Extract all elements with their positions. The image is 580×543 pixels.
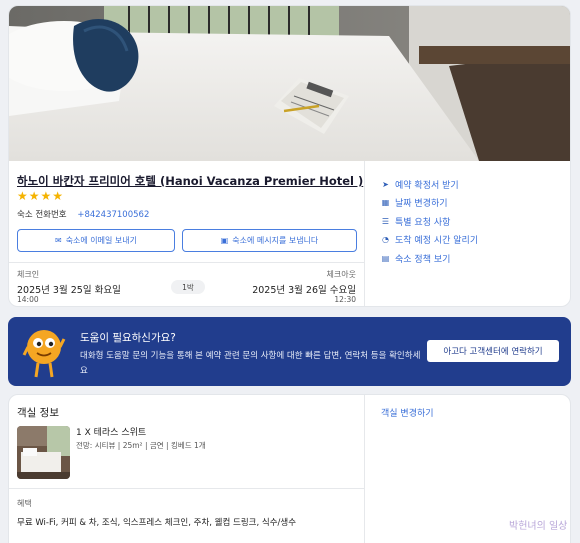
divider xyxy=(9,488,365,489)
checkin-time: 14:00 xyxy=(17,295,39,304)
action-label: 숙소 정책 보기 xyxy=(395,254,451,265)
checkout-label: 체크아웃 xyxy=(326,270,356,279)
checkin-label: 체크인 xyxy=(17,270,40,279)
help-title: 도움이 필요하신가요? xyxy=(80,332,176,344)
change-room-link[interactable]: 객실 변경하기 xyxy=(381,406,434,419)
hotel-card: 하노이 바칸자 프리미어 호텔 (Hanoi Vacanza Premier H… xyxy=(8,5,571,307)
room-details: 전망: 시티뷰 | 25m² | 금연 | 킹베드 1개 xyxy=(76,441,206,450)
email-property-label: 숙소에 이메일 보내기 xyxy=(65,236,138,245)
room-name: 1 X 테라스 스위트 xyxy=(76,428,147,438)
send-icon: ➤ xyxy=(382,179,389,189)
help-description: 대화형 도움말 문의 기능을 통해 본 예약 관련 문의 사항에 대한 빠른 답… xyxy=(80,351,421,376)
action-arrival-time[interactable]: ◔ 도착 예정 시간 알리기 xyxy=(381,231,478,250)
star-rating: ★★★★ xyxy=(17,189,65,203)
nights-badge: 1박 xyxy=(171,280,205,294)
mascot-icon xyxy=(22,325,66,383)
action-change-dates[interactable]: ▦ 날짜 변경하기 xyxy=(381,194,478,213)
message-property-button[interactable]: ▣ 숙소에 메시지를 보냅니다 xyxy=(182,229,357,252)
watermark: 박헌녀의 일상 xyxy=(509,521,568,532)
hotel-photo xyxy=(9,6,570,161)
action-label: 예약 확정서 받기 xyxy=(395,180,459,191)
action-get-confirmation[interactable]: ➤ 예약 확정서 받기 xyxy=(381,175,478,194)
phone-row: 숙소 전화번호 +842437100562 xyxy=(17,208,149,220)
action-property-policy[interactable]: ▤ 숙소 정책 보기 xyxy=(381,249,478,268)
divider xyxy=(9,262,365,263)
action-label: 날짜 변경하기 xyxy=(395,199,448,210)
checkout-time: 12:30 xyxy=(334,295,356,304)
help-banner: 도움이 필요하신가요? 대화형 도움말 문의 기능을 통해 본 예약 관련 문의… xyxy=(8,317,571,386)
phone-label: 숙소 전화번호 xyxy=(17,210,67,220)
hotel-info-panel: 하노이 바칸자 프리미어 호텔 (Hanoi Vacanza Premier H… xyxy=(9,161,365,306)
calendar-icon: ▦ xyxy=(381,198,390,208)
checkout-date: 2025년 3월 26일 수요일 xyxy=(252,285,356,296)
benefits-list: 무료 Wi-Fi, 커피 & 차, 조식, 익스프레스 체크인, 주차, 웰컴 … xyxy=(17,518,297,528)
phone-number-link[interactable]: +842437100562 xyxy=(77,210,149,220)
action-special-requests[interactable]: ☰ 특별 요청 사항 xyxy=(381,212,478,231)
benefits-label: 혜택 xyxy=(17,499,32,508)
contact-support-button[interactable]: 아고다 고객센터에 연락하기 xyxy=(427,340,559,362)
list-icon: ☰ xyxy=(381,216,390,226)
chat-icon: ▣ xyxy=(220,236,229,245)
envelope-icon: ✉ xyxy=(54,236,62,245)
action-label: 특별 요청 사항 xyxy=(395,217,451,228)
message-property-label: 숙소에 메시지를 보냅니다 xyxy=(232,236,319,245)
booking-actions-list: ➤ 예약 확정서 받기 ▦ 날짜 변경하기 ☰ 특별 요청 사항 ◔ 도착 예정… xyxy=(381,175,478,268)
booking-actions-panel: ➤ 예약 확정서 받기 ▦ 날짜 변경하기 ☰ 특별 요청 사항 ◔ 도착 예정… xyxy=(365,161,570,306)
room-section-title: 객실 정보 xyxy=(17,407,59,419)
room-info-card: 객실 정보 1 X 테라스 스위트 전망: 시티뷰 | 25m² | 금연 | … xyxy=(8,394,571,543)
room-info-panel: 객실 정보 1 X 테라스 스위트 전망: 시티뷰 | 25m² | 금연 | … xyxy=(9,395,365,543)
email-property-button[interactable]: ✉ 숙소에 이메일 보내기 xyxy=(17,229,175,252)
hotel-name-link[interactable]: 하노이 바칸자 프리미어 호텔 (Hanoi Vacanza Premier H… xyxy=(17,173,363,189)
action-label: 도착 예정 시간 알리기 xyxy=(395,236,479,247)
room-photo xyxy=(17,426,70,479)
document-icon: ▤ xyxy=(381,253,390,263)
clock-icon: ◔ xyxy=(382,235,389,245)
checkin-date: 2025년 3월 25일 화요일 xyxy=(17,285,121,296)
